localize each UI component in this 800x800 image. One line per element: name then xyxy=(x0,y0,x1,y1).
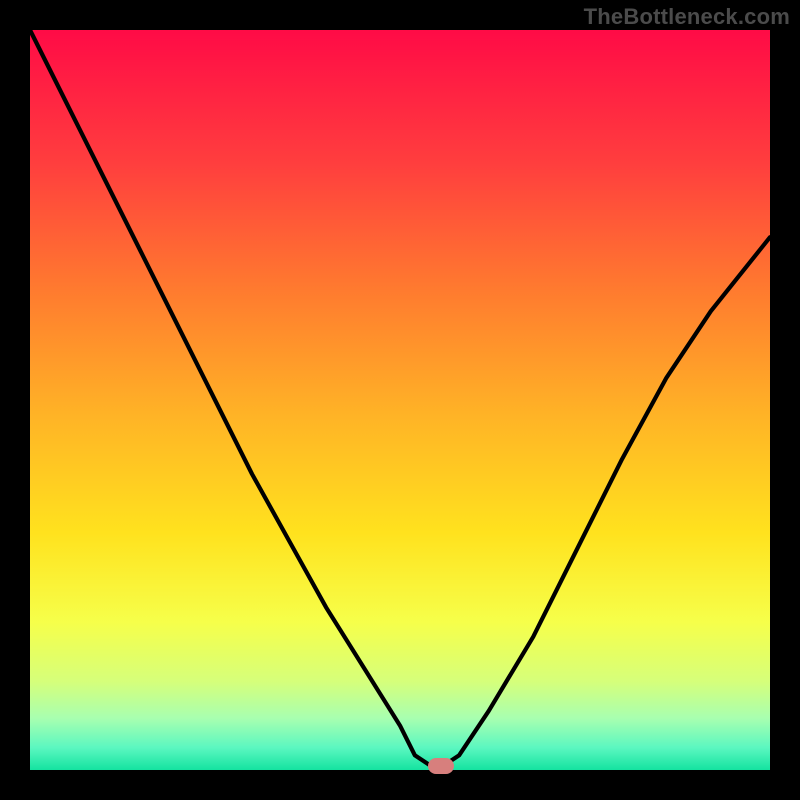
bottleneck-chart xyxy=(0,0,800,800)
plot-background xyxy=(30,30,770,770)
chart-stage: TheBottleneck.com xyxy=(0,0,800,800)
watermark-text: TheBottleneck.com xyxy=(584,4,790,30)
bottleneck-marker xyxy=(428,758,454,774)
